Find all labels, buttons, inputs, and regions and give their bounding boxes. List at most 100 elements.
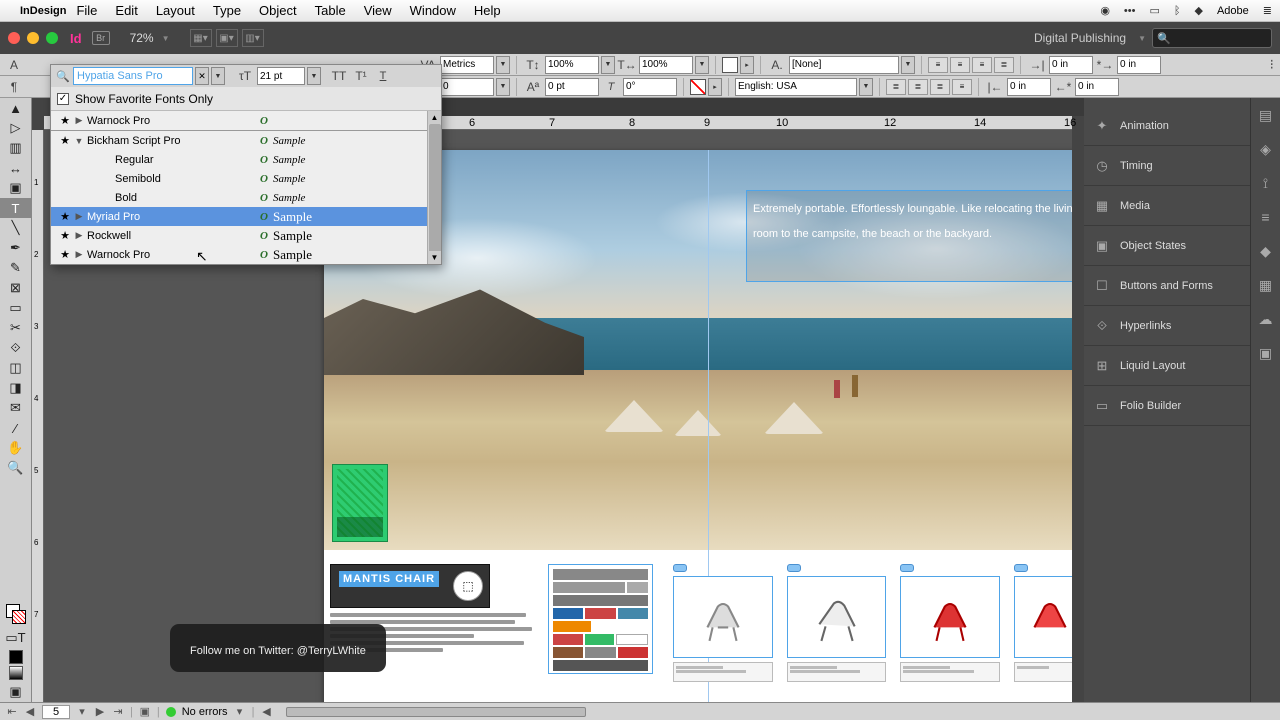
font-row-rockwell[interactable]: ★▶RockwellOSample <box>51 226 441 245</box>
charstyle-field[interactable]: [None] <box>789 56 899 74</box>
panel-buttons-forms[interactable]: ☐Buttons and Forms <box>1084 266 1250 306</box>
horizontal-scrollbar[interactable] <box>286 707 586 717</box>
font-clear-button[interactable]: ✕ <box>195 67 209 85</box>
panel-object-states[interactable]: ▣Object States <box>1084 226 1250 266</box>
panel-animation[interactable]: ✦Animation <box>1084 106 1250 146</box>
scroll-down-icon[interactable]: ▼ <box>428 251 441 264</box>
charstyle-dropdown[interactable]: ▼ <box>901 56 915 74</box>
underline-icon[interactable]: T <box>373 67 393 85</box>
apply-gradient-button[interactable] <box>9 666 23 680</box>
page-dropdown-icon[interactable]: ▾ <box>76 705 88 718</box>
vertical-ruler[interactable]: 1 2 3 4 5 6 7 <box>32 130 44 702</box>
align-right-button[interactable]: ≡ <box>972 57 992 73</box>
align-spine-button[interactable]: ≡ <box>952 79 972 95</box>
note-tool[interactable]: ✉ <box>0 398 31 418</box>
rectangle-frame-tool[interactable]: ⊠ <box>0 278 31 298</box>
pen-tool[interactable]: ✒ <box>0 238 31 258</box>
hscale-field[interactable]: 100% <box>639 56 693 74</box>
stroke-panel-icon[interactable]: ≡ <box>1251 200 1280 234</box>
apply-color-button[interactable] <box>9 650 23 664</box>
scroll-thumb[interactable] <box>429 124 441 254</box>
type-tool[interactable]: T <box>0 198 31 218</box>
app-name[interactable]: InDesign <box>20 5 66 17</box>
preflight-status-icon[interactable] <box>166 707 176 717</box>
vscale-dropdown[interactable]: ▼ <box>601 56 615 74</box>
sync-icon[interactable]: ◉ <box>1100 4 1110 17</box>
chair-card-3[interactable] <box>900 564 1000 702</box>
menu-help[interactable]: Help <box>474 3 501 18</box>
last-page-button[interactable]: ⇥ <box>112 705 124 718</box>
scroll-up-icon[interactable]: ▲ <box>428 111 441 124</box>
slideshow-frame[interactable] <box>548 564 653 674</box>
fill-stroke-proxy[interactable] <box>6 604 26 624</box>
menu-layout[interactable]: Layout <box>156 3 195 18</box>
language-dropdown[interactable]: ▼ <box>859 78 873 96</box>
menu-icon[interactable]: ≣ <box>1263 4 1272 17</box>
hero-text-frame[interactable]: Extremely portable. Effortlessly loungab… <box>746 190 1072 282</box>
panel-folio-builder[interactable]: ▭Folio Builder <box>1084 386 1250 426</box>
scissors-tool[interactable]: ✂ <box>0 318 31 338</box>
stroke-dropdown[interactable]: ▸ <box>708 78 722 96</box>
color-panel-icon[interactable]: ◆ <box>1251 234 1280 268</box>
hscale-dropdown[interactable]: ▼ <box>695 56 709 74</box>
tracking-dropdown[interactable]: ▼ <box>496 78 510 96</box>
expand-icon[interactable]: ▼ <box>73 136 85 146</box>
pencil-tool[interactable]: ✎ <box>0 258 31 278</box>
overlays-panel-icon[interactable]: ▣ <box>1251 336 1280 370</box>
gradient-swatch-tool[interactable]: ◫ <box>0 358 31 378</box>
indent-left-field[interactable]: 0 in <box>1049 56 1093 74</box>
font-row-regular[interactable]: RegularOSample <box>51 150 441 169</box>
rectangle-tool[interactable]: ▭ <box>0 298 31 318</box>
align-center-button[interactable]: ≡ <box>950 57 970 73</box>
layers-panel-icon[interactable]: ◈ <box>1251 132 1280 166</box>
allcaps-icon[interactable]: TT <box>329 67 349 85</box>
menu-dots-icon[interactable]: ••• <box>1124 5 1136 17</box>
window-minimize-button[interactable] <box>27 32 39 44</box>
workspace-caret-icon[interactable]: ▼ <box>1138 34 1146 43</box>
hand-tool[interactable]: ✋ <box>0 438 31 458</box>
font-search-input[interactable]: Hypatia Sans Pro <box>73 67 193 85</box>
font-row-warnock-pro[interactable]: ★▶Warnock ProOSample <box>51 245 441 264</box>
help-search-input[interactable]: 🔍 <box>1152 28 1272 48</box>
chair-card-4[interactable] <box>1014 564 1072 702</box>
menu-object[interactable]: Object <box>259 3 297 18</box>
favorite-star-icon[interactable]: ★ <box>57 229 73 242</box>
zoom-level[interactable]: 72% <box>130 31 154 45</box>
next-page-button[interactable]: ▶ <box>94 705 106 718</box>
menu-file[interactable]: File <box>76 3 97 18</box>
apply-container-icon[interactable]: ▭T <box>0 628 31 648</box>
fill-dropdown[interactable]: ▸ <box>740 56 754 74</box>
open-panel-icon[interactable]: ▣ <box>139 705 151 718</box>
language-field[interactable]: English: USA <box>735 78 857 96</box>
line-tool[interactable]: ╲ <box>0 218 31 238</box>
superscript-icon[interactable]: T¹ <box>351 67 371 85</box>
chair-card-1[interactable] <box>673 564 773 702</box>
indent-right-field[interactable]: 0 in <box>1007 78 1051 96</box>
chair-card-2[interactable] <box>787 564 887 702</box>
justify-left-button[interactable]: ≣ <box>886 79 906 95</box>
pages-panel-icon[interactable]: ▤ <box>1251 98 1280 132</box>
title-frame[interactable]: MANTIS CHAIR ⬚ <box>330 564 490 608</box>
expand-icon[interactable]: ▶ <box>73 249 85 260</box>
display-icon[interactable]: ▭ <box>1149 4 1159 17</box>
page-tool[interactable]: ▥ <box>0 138 31 158</box>
justify-center-button[interactable]: ≣ <box>908 79 928 95</box>
zoom-tool[interactable]: 🔍 <box>0 458 31 478</box>
eyedropper-tool[interactable]: ⁄ <box>0 418 31 438</box>
view-mode-button[interactable]: ▣ <box>0 682 31 702</box>
panel-timing[interactable]: ◷Timing <box>1084 146 1250 186</box>
view-options-icon[interactable]: ▦▾ <box>190 29 212 47</box>
font-row-myriad-pro[interactable]: ★▶Myriad ProOSample <box>51 207 441 226</box>
first-page-button[interactable]: ⇤ <box>6 705 18 718</box>
workspace-switcher[interactable]: Digital Publishing <box>1028 31 1132 45</box>
window-close-button[interactable] <box>8 32 20 44</box>
fill-swatch[interactable] <box>722 57 738 73</box>
font-row-bickham-script-pro[interactable]: ★▼Bickham Script ProOSample <box>51 131 441 150</box>
bluetooth-icon[interactable]: ᛒ <box>1174 5 1181 17</box>
menu-edit[interactable]: Edit <box>115 3 137 18</box>
baseline-field[interactable]: 0 pt <box>545 78 599 96</box>
character-mode-icon[interactable]: A <box>4 56 24 74</box>
direct-selection-tool[interactable]: ▷ <box>0 118 31 138</box>
font-row-warnock-pro[interactable]: ★▶Warnock ProO <box>51 111 441 130</box>
font-row-bold[interactable]: BoldOSample <box>51 188 441 207</box>
